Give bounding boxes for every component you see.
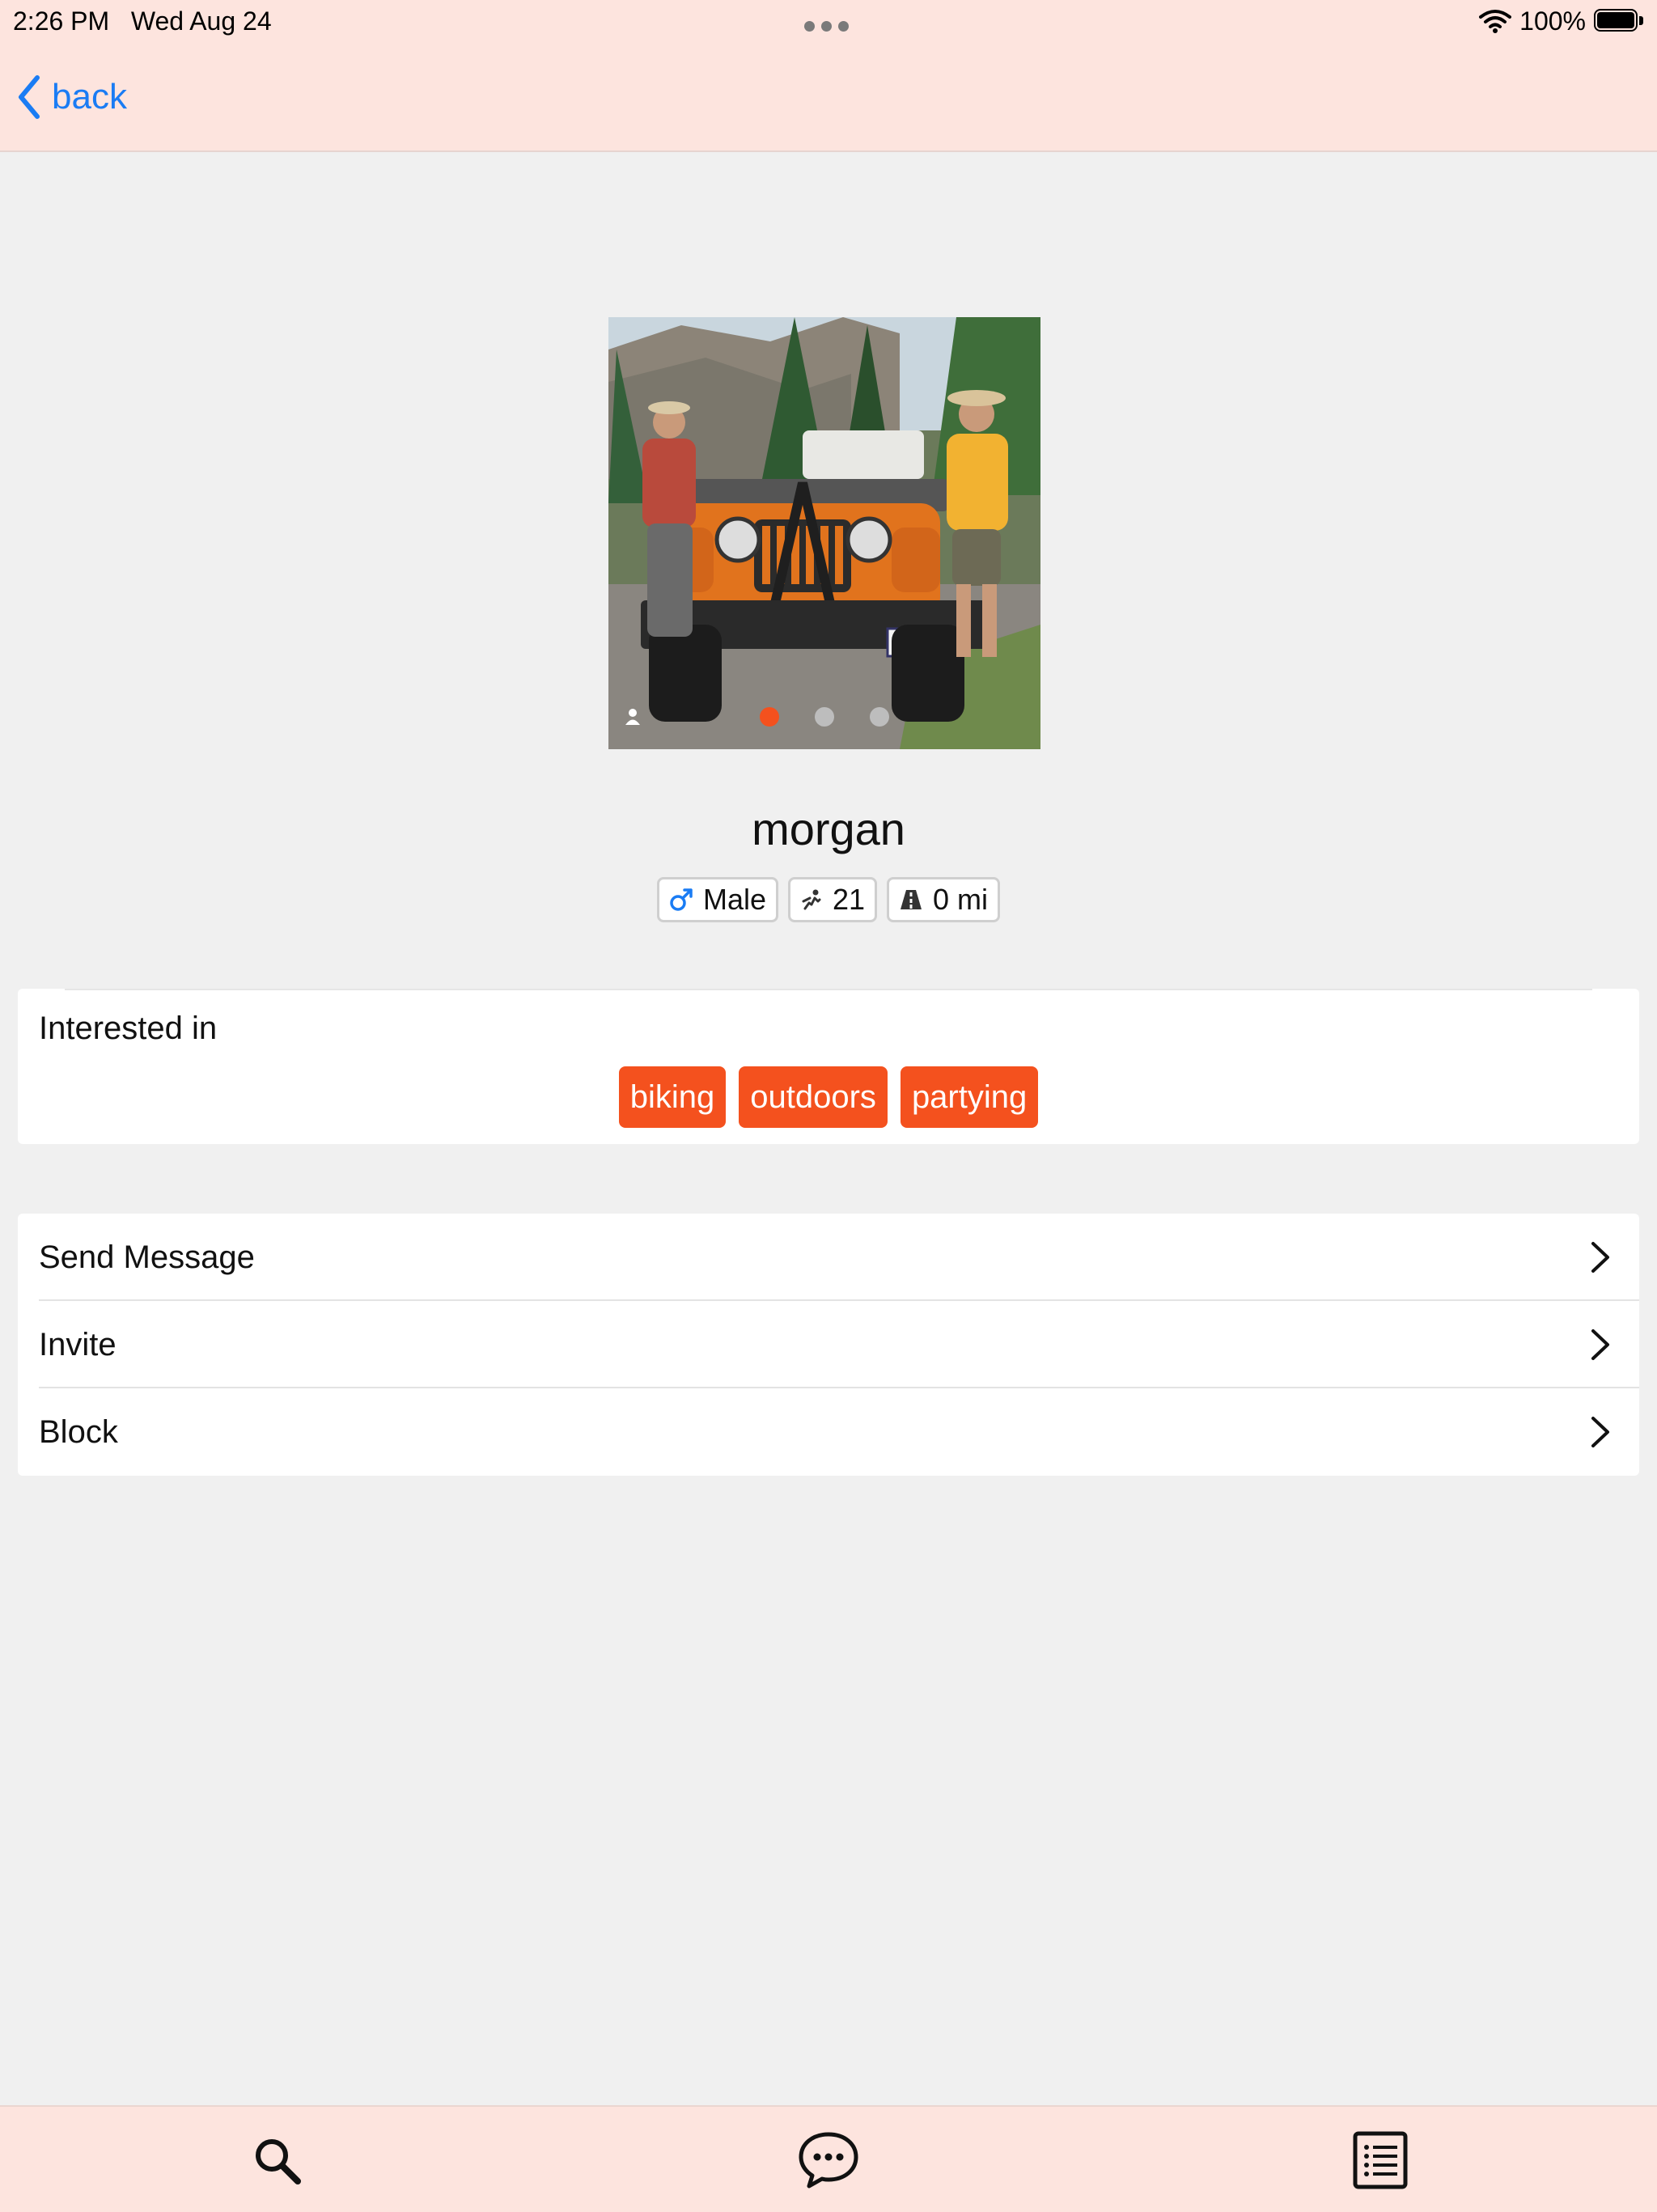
age-value: 21 [832,883,866,916]
send-message-label: Send Message [39,1239,255,1275]
interest-tags: biking outdoors partying [18,1066,1639,1128]
chat-bubble-icon [798,2131,858,2189]
status-date: Wed Aug 24 [130,6,272,36]
actions-list: Send Message Invite Block [18,1214,1639,1476]
back-label: back [52,77,127,117]
interest-tag-partying[interactable]: partying [900,1066,1039,1128]
search-icon [248,2131,306,2189]
profile-name: morgan [752,803,905,854]
tab-bar [0,2105,1657,2212]
block-label: Block [39,1414,118,1450]
gender-value: Male [702,883,766,916]
profile-badges: Male 21 0 mi [0,877,1657,922]
gender-badge: Male [656,877,778,922]
chevron-right-icon [1591,1416,1610,1448]
invite-row[interactable]: Invite [18,1301,1639,1388]
invite-label: Invite [39,1327,117,1362]
carousel-dot-active[interactable] [760,707,779,727]
age-icon [800,888,823,911]
send-message-row[interactable]: Send Message [18,1214,1639,1301]
age-badge: 21 [787,877,878,922]
interest-tag-biking[interactable]: biking [618,1066,727,1128]
list-icon [1353,2131,1411,2189]
tab-messages[interactable] [798,2131,858,2189]
divider [65,989,1592,990]
status-indicators: 100% [1479,5,1644,37]
interests-card: Interested in biking outdoors partying [18,989,1639,1144]
back-button[interactable]: back [16,71,127,123]
battery-icon [1594,9,1644,33]
status-time: 2:26 PM Wed Aug 24 [13,5,272,37]
chevron-left-icon [16,74,40,120]
distance-badge: 0 mi [887,877,1001,922]
male-symbol-icon [669,888,693,912]
carousel-dot[interactable] [815,707,834,727]
profile-photo-carousel[interactable] [608,317,1040,749]
carousel-dot[interactable] [870,707,889,727]
carousel-page-indicator[interactable] [608,707,1040,727]
wifi-icon [1479,9,1512,33]
interest-tag-outdoors[interactable]: outdoors [739,1066,888,1128]
multitasking-dots-icon[interactable] [804,21,853,32]
tab-list[interactable] [1353,2131,1411,2189]
interests-title: Interested in [39,1011,218,1046]
profile-photo [608,317,1040,749]
road-distance-icon [899,888,923,911]
top-bar: 2:26 PM Wed Aug 24 100% back [0,0,1657,152]
tab-search[interactable] [248,2131,306,2189]
distance-value: 0 mi [933,883,989,916]
status-clock: 2:26 PM [13,6,110,36]
chevron-right-icon [1591,1328,1610,1361]
block-row[interactable]: Block [18,1388,1639,1476]
battery-percent: 100% [1519,6,1586,36]
chevron-right-icon [1591,1241,1610,1273]
